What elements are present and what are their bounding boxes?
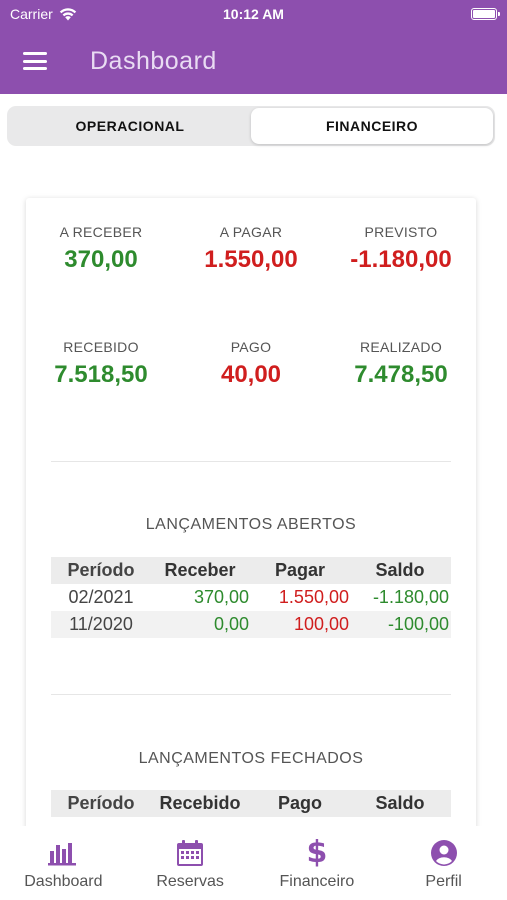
tab-financeiro[interactable]: FINANCEIRO <box>251 108 493 144</box>
app-bar: Dashboard <box>0 28 507 94</box>
column-header-receber: Receber <box>164 560 236 580</box>
cell-receber: 0,00 <box>213 614 249 634</box>
tab-label: Financeiro <box>279 873 355 890</box>
summary-label: PREVISTO <box>364 224 438 240</box>
summary-realizado: REALIZADO 7.478,50 <box>326 339 476 389</box>
column-header-saldo: Saldo <box>375 560 425 580</box>
cell-receber: 370,00 <box>193 587 249 607</box>
tab-dashboard[interactable]: Dashboard <box>0 826 127 900</box>
table-row[interactable]: 02/2021 370,00 1.550,00 -1.180,00 <box>51 584 451 611</box>
status-left: Carrier <box>10 6 77 22</box>
summary-row-realized: RECEBIDO 7.518,50 PAGO 40,00 REALIZADO 7… <box>26 339 476 389</box>
tab-operacional[interactable]: OPERACIONAL <box>9 108 251 144</box>
summary-a-pagar: A PAGAR 1.550,00 <box>176 224 326 274</box>
cell-pagar: 1.550,00 <box>278 587 349 607</box>
table-row[interactable]: 11/2020 0,00 100,00 -100,00 <box>51 611 451 638</box>
column-header-pagar: Pagar <box>274 560 326 580</box>
table-fechados: Período Recebido Pago Saldo <box>51 790 451 817</box>
cell-periodo: 02/2021 <box>68 587 134 607</box>
tab-reservas[interactable]: Reservas <box>127 826 254 900</box>
column-header-periodo: Período <box>67 793 135 813</box>
segmented-control: OPERACIONAL FINANCEIRO <box>7 106 495 146</box>
cell-periodo: 11/2020 <box>69 614 133 634</box>
divider <box>51 461 451 462</box>
summary-label: REALIZADO <box>359 339 443 355</box>
cell-saldo: -100,00 <box>387 614 449 634</box>
user-icon <box>429 838 459 868</box>
summary-label: PAGO <box>230 339 272 355</box>
tab-label: Reservas <box>156 873 224 890</box>
summary-value: 370,00 <box>64 246 138 273</box>
summary-label: A RECEBER <box>59 224 143 240</box>
summary-value: 7.518,50 <box>54 361 148 388</box>
column-header-saldo: Saldo <box>375 793 425 813</box>
tab-perfil[interactable]: Perfil <box>380 826 507 900</box>
financial-summary-card: A RECEBER 370,00 A PAGAR 1.550,00 PREVIS… <box>26 198 476 838</box>
page-title: Dashboard <box>90 46 217 75</box>
summary-previsto: PREVISTO -1.180,00 <box>326 224 476 274</box>
bar-chart-icon <box>48 838 78 868</box>
summary-label: RECEBIDO <box>63 339 139 355</box>
dollar-icon: $ <box>306 835 328 870</box>
column-header-periodo: Período <box>67 560 135 580</box>
battery-icon <box>471 8 500 20</box>
bottom-tab-bar: Dashboard Reservas $ Financeiro Perfil <box>0 826 507 900</box>
divider <box>51 694 451 695</box>
wifi-icon <box>59 7 76 20</box>
table-header-row: Período Receber Pagar Saldo <box>51 557 451 584</box>
tab-label: Perfil <box>425 873 462 890</box>
summary-value: 1.550,00 <box>204 246 298 273</box>
tab-label: Dashboard <box>24 873 103 890</box>
summary-a-receber: A RECEBER 370,00 <box>26 224 176 274</box>
table-abertos: Período Receber Pagar Saldo 02/2021 370,… <box>51 557 451 638</box>
cell-saldo: -1.180,00 <box>372 587 449 607</box>
section-title-fechados: LANÇAMENTOS FECHADOS <box>138 750 364 767</box>
summary-recebido: RECEBIDO 7.518,50 <box>26 339 176 389</box>
hamburger-menu-icon[interactable] <box>23 52 47 70</box>
table-header-row: Período Recebido Pago Saldo <box>51 790 451 817</box>
status-time: 10:12 AM <box>223 6 284 22</box>
section-title-abertos: LANÇAMENTOS ABERTOS <box>145 516 357 533</box>
calendar-icon <box>175 838 205 868</box>
summary-row-forecast: A RECEBER 370,00 A PAGAR 1.550,00 PREVIS… <box>26 224 476 274</box>
summary-pago: PAGO 40,00 <box>176 339 326 389</box>
column-header-pago: Pago <box>277 793 322 813</box>
tab-financeiro-nav[interactable]: $ Financeiro <box>254 826 381 900</box>
cell-pagar: 100,00 <box>293 614 349 634</box>
carrier-label: Carrier <box>10 6 53 22</box>
status-bar: Carrier 10:12 AM <box>0 0 507 28</box>
column-header-recebido: Recebido <box>159 793 241 813</box>
summary-value: 40,00 <box>220 361 282 388</box>
summary-label: A PAGAR <box>219 224 283 240</box>
summary-value: -1.180,00 <box>350 246 452 273</box>
summary-value: 7.478,50 <box>354 361 448 388</box>
